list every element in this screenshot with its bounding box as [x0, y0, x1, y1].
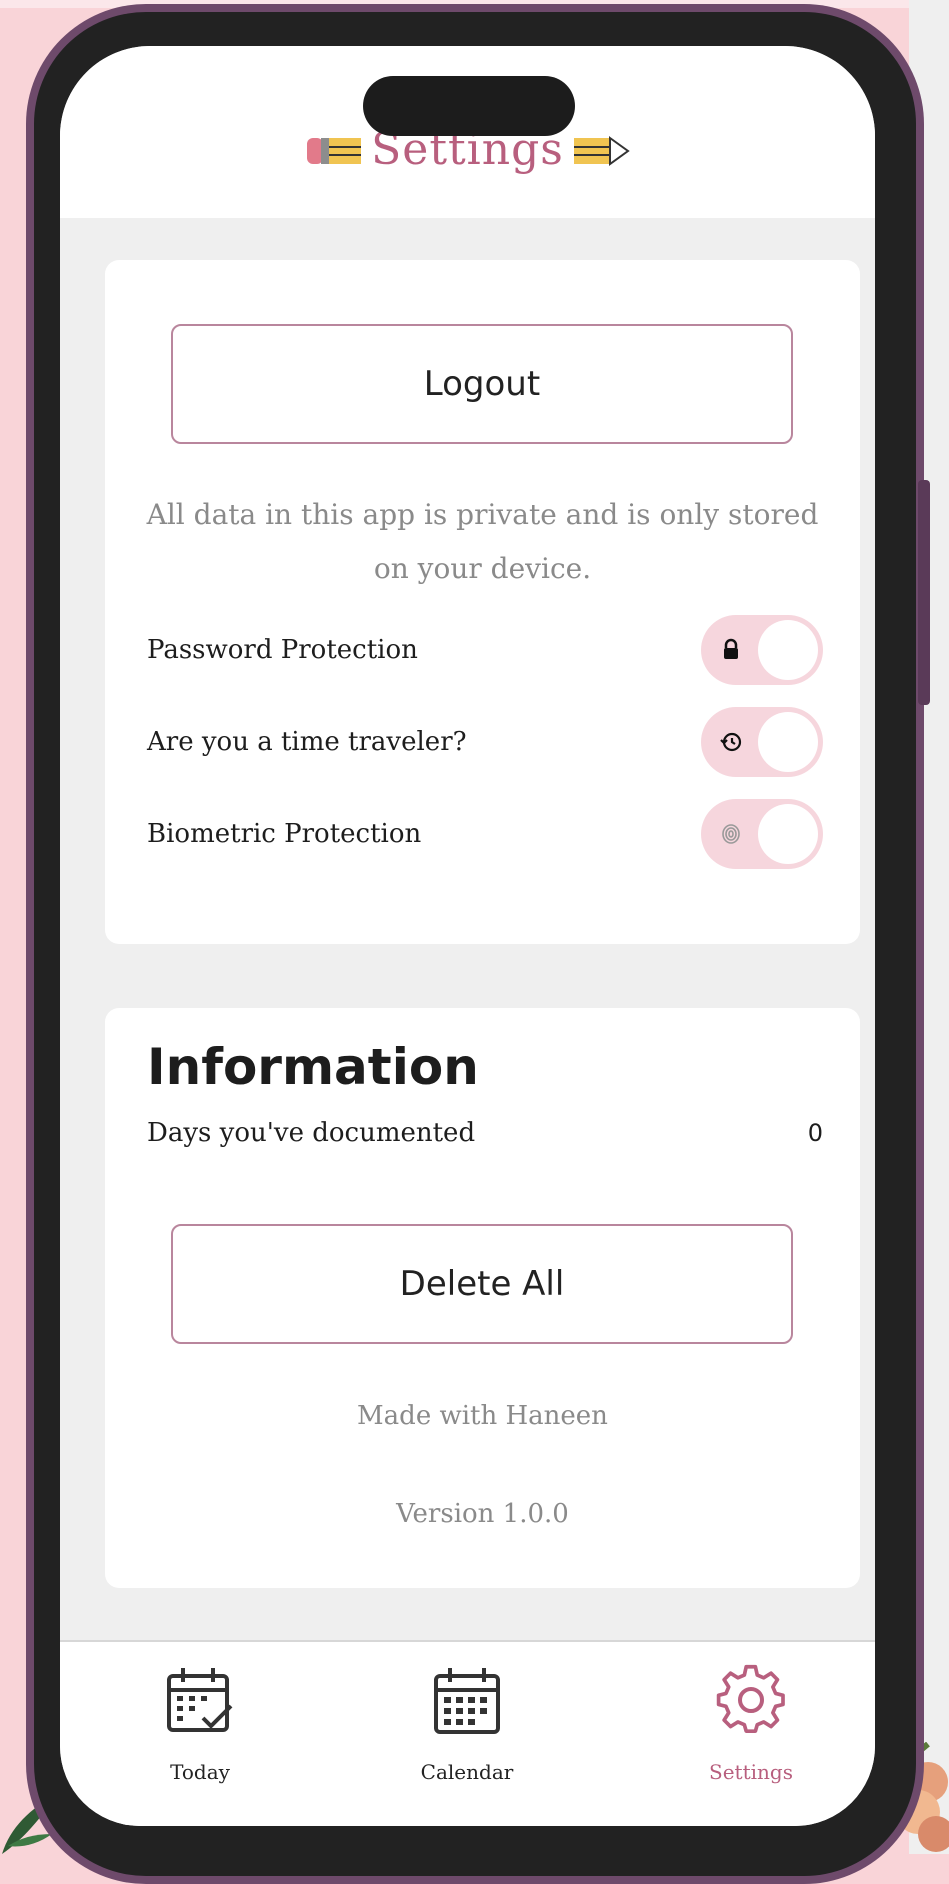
nav-label-settings: Settings	[709, 1760, 793, 1784]
app-screen: Settings Logout All data in this app is …	[60, 46, 875, 1826]
version-text: Version 1.0.0	[396, 1499, 569, 1529]
toggle-row-password: Password Protection	[147, 614, 823, 686]
calendar-icon	[434, 1668, 500, 1734]
nav-item-settings[interactable]: Settings	[671, 1664, 831, 1814]
phone-side-button	[918, 480, 930, 705]
information-card: Information Days you've documented 0 Del…	[105, 1008, 860, 1588]
days-documented-value: 0	[807, 1119, 823, 1147]
lock-icon	[724, 638, 738, 659]
toggle-label-biometric: Biometric Protection	[147, 819, 422, 849]
nav-label-calendar: Calendar	[420, 1760, 514, 1784]
nav-label-today: Today	[170, 1760, 230, 1784]
nav-item-calendar[interactable]: Calendar	[387, 1664, 547, 1814]
pencil-right-icon	[573, 135, 630, 166]
bottom-navigation: Today Calendar Settings	[60, 1640, 875, 1826]
toggle-knob	[758, 804, 818, 864]
toggle-knob	[758, 620, 818, 680]
history-icon	[720, 732, 742, 752]
toggle-label-time-traveler: Are you a time traveler?	[147, 727, 467, 757]
account-card: Logout All data in this app is private a…	[105, 260, 860, 944]
phone-notch	[363, 76, 575, 136]
calendar-check-icon	[167, 1668, 233, 1732]
password-toggle[interactable]	[701, 615, 823, 685]
days-documented-row: Days you've documented 0	[147, 1118, 823, 1148]
gear-icon	[716, 1664, 785, 1734]
information-heading: Information	[147, 1038, 479, 1096]
toggle-label-password: Password Protection	[147, 635, 418, 665]
fingerprint-icon	[722, 824, 740, 844]
days-documented-label: Days you've documented	[147, 1118, 476, 1148]
made-with-text: Made with Haneen	[357, 1401, 608, 1431]
time-traveler-toggle[interactable]	[701, 707, 823, 777]
privacy-note: All data in this app is private and is o…	[146, 498, 819, 585]
delete-all-button[interactable]: Delete All	[171, 1224, 793, 1344]
toggle-row-biometric: Biometric Protection	[147, 798, 823, 870]
biometric-toggle[interactable]	[701, 799, 823, 869]
nav-item-today[interactable]: Today	[120, 1664, 280, 1814]
logout-button[interactable]: Logout	[171, 324, 793, 444]
toggle-knob	[758, 712, 818, 772]
pencil-left-icon	[307, 137, 362, 164]
toggle-row-time-traveler: Are you a time traveler?	[147, 706, 823, 778]
